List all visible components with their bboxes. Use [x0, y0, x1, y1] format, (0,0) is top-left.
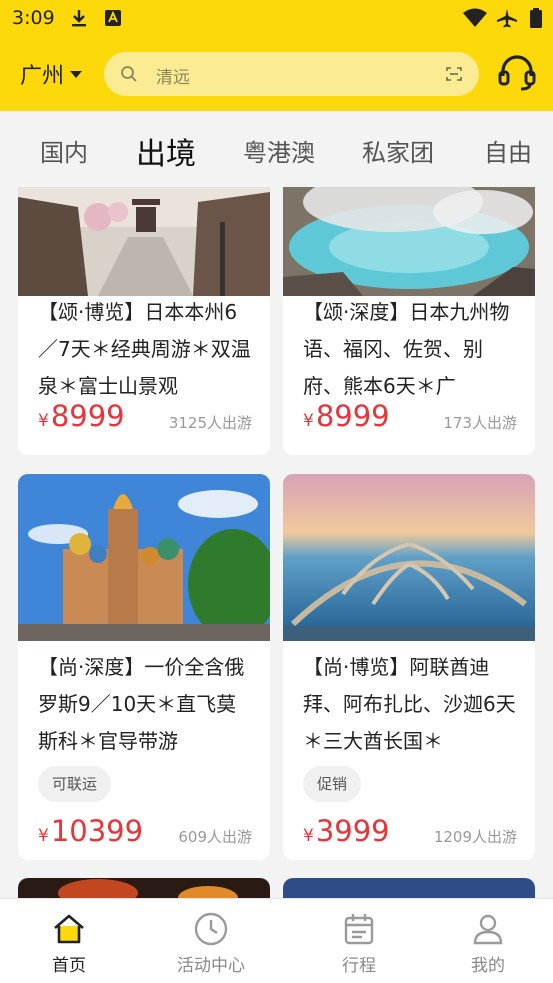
nav-profile[interactable]: 我的 — [419, 899, 553, 983]
travelers-count: 173人出游 — [443, 414, 517, 432]
nav-home[interactable]: 首页 — [0, 899, 138, 983]
product-card[interactable] — [283, 878, 535, 898]
product-feed[interactable]: 【颂·博览】日本本州6／7天＊经典周游＊双温泉＊富士山景观 ¥8999 3125… — [0, 187, 553, 898]
product-tag: 促销 — [303, 766, 362, 802]
headset-icon[interactable] — [497, 52, 537, 92]
nav-label: 我的 — [471, 956, 505, 976]
bottom-navigation: 首页 活动中心 行程 我的 — [0, 898, 553, 983]
nav-itinerary[interactable]: 行程 — [290, 899, 428, 983]
product-card[interactable]: 【尚·深度】一价全含俄罗斯9／10天＊直飞莫斯科＊官导带游 可联运 ¥10399… — [18, 474, 270, 860]
product-image-palm-island — [283, 474, 535, 641]
download-icon — [72, 10, 86, 27]
search-placeholder: 清远 — [156, 68, 190, 88]
tab-outbound[interactable]: 出境 — [136, 129, 196, 173]
product-price: ¥8999 — [38, 399, 125, 433]
travelers-count: 1209人出游 — [433, 828, 517, 846]
product-card[interactable]: 【尚·博览】阿联酋迪拜、阿布扎比、沙迦6天＊三大酋长国＊ 促销 ¥3999 12… — [283, 474, 535, 860]
nav-label: 行程 — [342, 956, 376, 976]
battery-icon — [530, 8, 542, 28]
product-image-moscow-church — [18, 474, 270, 641]
tab-free[interactable]: 自由 — [484, 133, 532, 168]
clock-icon — [194, 912, 228, 946]
product-image-partial — [18, 878, 270, 898]
product-title: 【颂·深度】日本九州物语、福冈、佐贺、别府、熊本6天＊广 — [303, 300, 510, 398]
product-title: 【尚·博览】阿联酋迪拜、阿布扎比、沙迦6天＊三大酋长国＊ — [303, 655, 516, 753]
product-card[interactable] — [18, 878, 270, 898]
header: 广州 清远 — [0, 44, 553, 104]
chevron-down-icon — [70, 70, 83, 78]
product-image-partial — [283, 878, 535, 898]
nav-label: 活动中心 — [177, 956, 245, 976]
travelers-count: 3125人出游 — [168, 414, 252, 432]
search-icon — [121, 66, 137, 82]
city-selector[interactable]: 广州 — [20, 58, 83, 90]
product-title: 【尚·深度】一价全含俄罗斯9／10天＊直飞莫斯科＊官导带游 — [38, 655, 245, 753]
product-title: 【颂·博览】日本本州6／7天＊经典周游＊双温泉＊富士山景观 — [38, 300, 251, 398]
product-price: ¥10399 — [38, 814, 144, 848]
product-image-kyoto — [18, 187, 270, 296]
home-icon — [54, 914, 84, 944]
product-price: ¥3999 — [303, 814, 390, 848]
tab-gba[interactable]: 粤港澳 — [243, 133, 315, 168]
user-icon — [473, 914, 503, 945]
product-card[interactable]: 【颂·深度】日本九州物语、福冈、佐贺、别府、熊本6天＊广 ¥8999 173人出… — [283, 187, 535, 455]
airplane-icon — [497, 9, 517, 28]
travelers-count: 609人出游 — [178, 828, 252, 846]
tab-domestic[interactable]: 国内 — [40, 133, 88, 168]
tab-private-group[interactable]: 私家团 — [362, 133, 434, 168]
product-tag: 可联运 — [38, 766, 112, 802]
status-time: 3:09 — [12, 7, 55, 29]
nav-activity-center[interactable]: 活动中心 — [142, 899, 280, 983]
search-input[interactable]: 清远 — [104, 52, 479, 96]
top-bar: 3:09 广州 清远 — [0, 0, 553, 111]
nav-label: 首页 — [52, 956, 86, 976]
category-tabs: 国内 出境 粤港澳 私家团 自由 — [0, 111, 553, 187]
scan-icon[interactable] — [445, 65, 463, 83]
app-notification-icon — [105, 10, 121, 26]
city-label: 广州 — [20, 64, 65, 89]
product-card[interactable]: 【颂·博览】日本本州6／7天＊经典周游＊双温泉＊富士山景观 ¥8999 3125… — [18, 187, 270, 455]
product-price: ¥8999 — [303, 399, 390, 433]
calendar-icon — [344, 914, 374, 945]
status-bar: 3:09 — [0, 0, 553, 36]
product-image-hotspring — [283, 187, 535, 296]
wifi-icon — [463, 8, 487, 27]
